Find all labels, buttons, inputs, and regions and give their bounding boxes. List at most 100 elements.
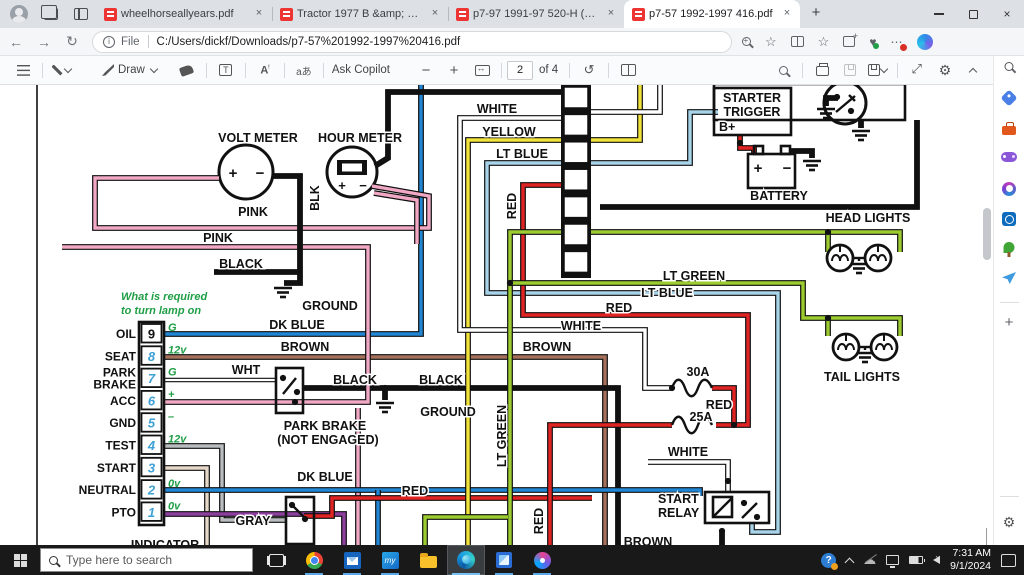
restore-button[interactable] [956, 0, 990, 28]
svg-text:TRIGGER: TRIGGER [724, 105, 781, 119]
close-icon[interactable]: × [780, 7, 794, 21]
tab-p7-97[interactable]: p7-97 1991-97 520-H (2).pdf × [448, 0, 624, 28]
svg-text:WHITE: WHITE [561, 319, 601, 333]
svg-text:7: 7 [148, 371, 156, 386]
search-document-button[interactable] [772, 59, 794, 81]
taskbar-search-box[interactable]: Type here to search [40, 548, 253, 572]
tray-battery-icon[interactable] [909, 556, 926, 564]
collections-icon[interactable] [843, 31, 858, 47]
profile-avatar[interactable] [10, 5, 28, 23]
settings-menu-icon[interactable]: ⋯ [890, 35, 908, 51]
hide-toolbar-button[interactable] [962, 59, 984, 81]
svg-text:−: − [783, 160, 792, 177]
rotate-button[interactable]: ↻ [578, 59, 600, 81]
tab-label: p7-57 1992-1997 416.pdf [649, 8, 773, 20]
close-icon[interactable]: × [604, 7, 618, 21]
split-screen-icon[interactable] [790, 36, 804, 47]
svg-text:GND: GND [109, 416, 136, 430]
pdf-settings-gear-icon[interactable]: ⚙ [934, 59, 956, 81]
sidebar-search-icon[interactable] [1004, 62, 1014, 71]
sidebar-drop-icon[interactable] [1002, 272, 1016, 284]
draw-button[interactable]: Draw [102, 59, 159, 81]
refresh-button[interactable]: ↻ [60, 31, 84, 53]
page-view-button[interactable] [617, 59, 639, 81]
svg-text:B+: B+ [719, 120, 735, 134]
sidebar-shopping-icon[interactable] [1000, 89, 1018, 107]
svg-text:BLACK: BLACK [219, 257, 263, 271]
save-button[interactable] [839, 59, 861, 81]
highlight-button[interactable] [51, 59, 73, 81]
close-window-button[interactable]: × [990, 0, 1024, 28]
table-of-contents-button[interactable] [12, 59, 34, 81]
svg-text:LT BLUE: LT BLUE [496, 147, 548, 161]
tab-tractor-1977[interactable]: Tractor 1977 B &amp; C-Series O × [272, 0, 448, 28]
taskbar-photos-icon[interactable] [485, 545, 523, 575]
tray-volume-muted-icon[interactable] [933, 553, 940, 564]
save-as-button[interactable] [867, 59, 889, 81]
tray-show-hidden-icons[interactable] [844, 557, 855, 567]
back-button[interactable]: ← [4, 31, 28, 53]
erase-button[interactable] [176, 59, 198, 81]
svg-text:STARTER: STARTER [723, 91, 781, 105]
svg-text:RELAY: RELAY [658, 506, 700, 520]
task-view-button[interactable] [257, 545, 295, 575]
svg-text:+: + [754, 160, 763, 177]
info-icon[interactable]: i [103, 35, 115, 48]
taskbar-edge-icon[interactable] [447, 545, 485, 575]
svg-text:WHITE: WHITE [668, 445, 708, 459]
taskbar-chrome-icon[interactable] [295, 545, 333, 575]
forward-button[interactable]: → [32, 31, 56, 53]
browser-essentials-icon[interactable]: ♥ [869, 35, 880, 49]
tab-groups-icon[interactable] [41, 5, 58, 20]
sidebar-tools-icon[interactable] [1002, 122, 1016, 135]
taskbar-file-explorer-icon[interactable] [409, 545, 447, 575]
page-number-input[interactable] [507, 60, 534, 80]
zoom-icon[interactable] [742, 36, 751, 46]
scrollbar-down-arrow[interactable] [984, 528, 989, 545]
favorites-bar-icon[interactable]: ☆ [818, 34, 830, 50]
favorite-star-icon[interactable]: ☆ [765, 34, 777, 50]
tray-help-icon[interactable]: ? [821, 552, 839, 570]
sidebar-add-icon[interactable]: + [1005, 314, 1014, 331]
close-icon[interactable]: × [252, 7, 266, 21]
scrollbar-thumb[interactable] [983, 208, 991, 260]
print-button[interactable] [811, 59, 833, 81]
close-icon[interactable]: × [428, 7, 442, 21]
tray-onedrive-icon[interactable]: ☁ [863, 552, 876, 568]
svg-text:30A: 30A [687, 365, 710, 379]
taskbar-myq-icon[interactable]: my [371, 545, 409, 575]
zoom-in-button[interactable]: + [443, 59, 465, 81]
add-text-button[interactable]: T [215, 59, 237, 81]
tray-clock[interactable]: 7:31 AM 9/1/2024 [950, 547, 991, 573]
sidebar-settings-gear-icon[interactable]: ⚙ [1003, 514, 1016, 531]
sidebar-plant-icon[interactable] [1003, 242, 1015, 257]
svg-text:BLACK: BLACK [333, 373, 377, 387]
fit-to-width-button[interactable] [471, 59, 493, 81]
sidebar-m365-icon[interactable] [1002, 182, 1016, 196]
action-center-icon[interactable] [1001, 553, 1016, 567]
ask-copilot-button[interactable]: Ask Copilot [332, 59, 390, 81]
svg-text:(NOT ENGAGED): (NOT ENGAGED) [277, 433, 378, 447]
sidebar-outlook-icon[interactable] [1002, 212, 1016, 226]
tray-display-icon[interactable] [886, 555, 900, 568]
zoom-out-button[interactable]: − [415, 59, 437, 81]
start-button[interactable] [0, 545, 40, 575]
svg-text:BLACK: BLACK [419, 373, 463, 387]
fullscreen-button[interactable] [906, 59, 928, 81]
taskbar-paint3d-icon[interactable] [523, 545, 561, 575]
svg-text:+: + [338, 178, 346, 193]
vertical-tabs-icon[interactable] [74, 8, 88, 20]
minimize-button[interactable] [922, 0, 956, 28]
sidebar-games-icon[interactable] [1001, 152, 1017, 162]
read-aloud-button[interactable]: Aᵎ [254, 59, 276, 81]
windows-taskbar: Type here to search my ? ☁ 7:31 AM 9/1/2… [0, 545, 1024, 575]
search-icon [49, 555, 58, 565]
copilot-icon[interactable] [917, 33, 934, 50]
tab-wheelhorseallyears[interactable]: wheelhorseallyears.pdf × [96, 0, 272, 28]
taskbar-mail-icon[interactable] [333, 545, 371, 575]
svg-text:LT GREEN: LT GREEN [663, 269, 725, 283]
tab-p7-57-active[interactable]: p7-57 1992-1997 416.pdf × [624, 0, 800, 28]
address-bar[interactable]: i File C:/Users/dickf/Downloads/p7-57%20… [92, 30, 732, 53]
new-tab-button[interactable]: + [804, 2, 828, 26]
translate-button[interactable]: aあ [293, 59, 315, 81]
